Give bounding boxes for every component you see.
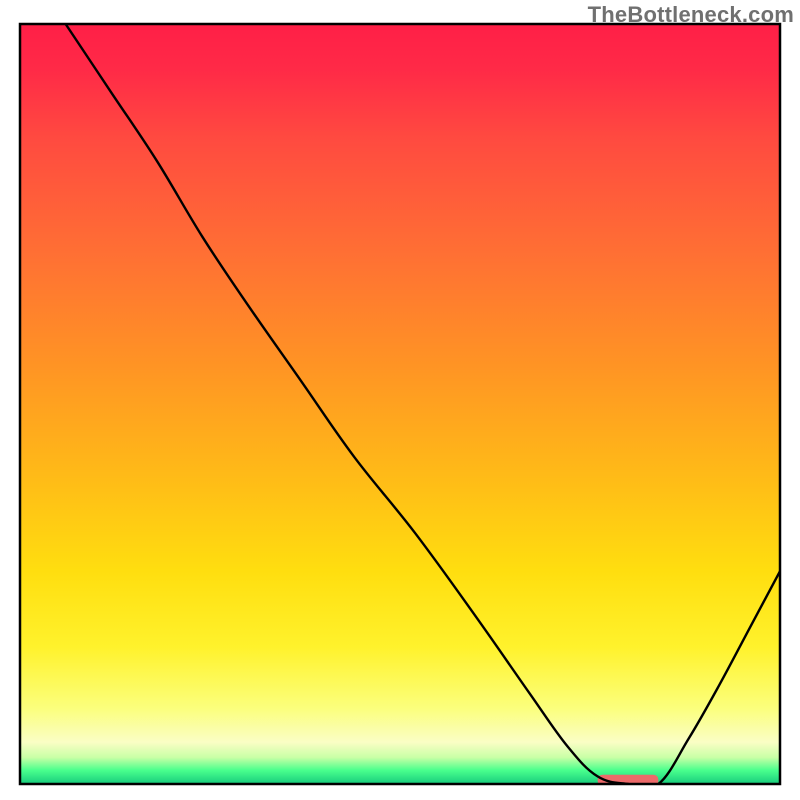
watermark-label: TheBottleneck.com xyxy=(588,2,794,28)
plot-background-gradient xyxy=(20,24,780,784)
chart-svg xyxy=(0,0,800,800)
chart-container: TheBottleneck.com xyxy=(0,0,800,800)
